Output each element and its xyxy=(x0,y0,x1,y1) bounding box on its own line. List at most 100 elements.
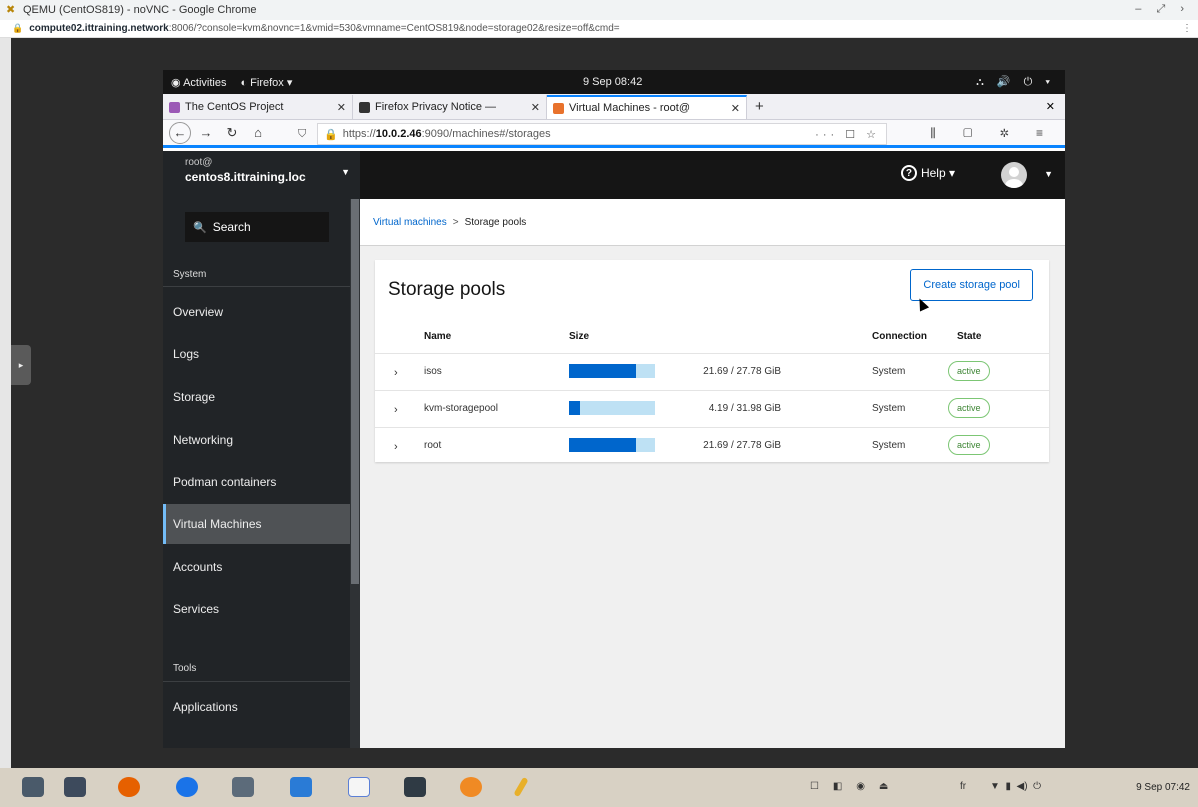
forward-button[interactable]: → xyxy=(195,122,217,144)
url-bar[interactable]: ⛉ 🔒 https://10.0.2.46:9090/machines#/sto… xyxy=(298,123,887,145)
toolbar-tools[interactable]: ⫼ ▢ ✲ ≡ xyxy=(930,126,1055,141)
cockpit-sidebar: 🔍 Search System Overview Logs Storage Ne… xyxy=(163,199,360,748)
avatar[interactable] xyxy=(1001,162,1027,188)
breadcrumb-separator: > xyxy=(452,216,459,228)
sidebar-item-services[interactable]: Services xyxy=(163,589,350,629)
cockpit-app: root@ centos8.ittraining.loc ▼ ? Help ▾ … xyxy=(163,151,1065,748)
sidebar-item-applications[interactable]: Applications xyxy=(163,687,350,727)
caret-down-icon[interactable]: ▼ xyxy=(1044,169,1053,179)
close-window-icon[interactable]: ✕ xyxy=(1046,100,1055,113)
app-icon[interactable] xyxy=(460,777,482,797)
gnome-clock[interactable]: 9 Sep 08:42 xyxy=(583,76,642,88)
expand-chevron-icon[interactable]: › xyxy=(394,404,398,416)
pool-name: root xyxy=(424,440,442,451)
keyboard-layout[interactable]: fr xyxy=(960,781,966,792)
host-url-rest: :8006/?console=kvm&novnc=1&vmid=530&vmna… xyxy=(168,23,620,34)
help-icon: ? xyxy=(900,165,917,181)
search-icon: 🔍 xyxy=(193,221,207,234)
sidebar-item-accounts[interactable]: Accounts xyxy=(163,547,350,587)
chrome-icon[interactable] xyxy=(176,777,198,797)
tray-icons[interactable]: ☐ ◧ ◉ ⏏ xyxy=(810,781,888,792)
screenshot-icon[interactable] xyxy=(290,777,312,797)
firefox-tab-strip: The CentOS Project ✕ Firefox Privacy Not… xyxy=(163,94,1065,120)
host-switcher[interactable]: root@ centos8.ittraining.loc ▼ xyxy=(163,151,360,199)
mozilla-favicon-icon xyxy=(359,101,370,113)
host-window-titlebar: ✖ QEMU (CentOS819) - noVNC - Google Chro… xyxy=(0,0,1198,20)
usage-bar-fill xyxy=(569,364,637,378)
novnc-control-handle[interactable]: ▸ xyxy=(11,345,31,385)
more-icon[interactable]: ⋮ xyxy=(1182,23,1192,34)
sidebar-item-virtual-machines[interactable]: Virtual Machines xyxy=(163,504,350,544)
column-header-state: State xyxy=(957,331,982,342)
window-controls[interactable]: – ⤢ › xyxy=(1135,3,1190,16)
close-icon[interactable]: ✕ xyxy=(721,102,740,115)
chat-icon[interactable] xyxy=(348,777,370,797)
caret-down-icon: ▼ xyxy=(341,167,350,177)
page-title: Storage pools xyxy=(388,279,506,300)
menu-icon[interactable] xyxy=(22,777,44,797)
column-header-connection: Connection xyxy=(872,331,927,342)
tab-centos[interactable]: The CentOS Project ✕ xyxy=(163,95,353,119)
create-storage-pool-button[interactable]: Create storage pool xyxy=(910,269,1033,301)
expand-chevron-icon[interactable]: › xyxy=(394,367,398,379)
show-desktop-icon[interactable] xyxy=(64,777,86,797)
host-user: root@ xyxy=(185,157,213,168)
home-button[interactable]: ⌂ xyxy=(247,122,269,144)
reload-button[interactable]: ↻ xyxy=(221,122,243,144)
page-actions[interactable]: ··· ☐ ☆ xyxy=(815,128,880,141)
taskbar-clock[interactable]: 9 Sep 07:42 xyxy=(1136,782,1190,793)
host-address-bar[interactable]: 🔒 compute02.ittraining.network :8006/?co… xyxy=(0,20,1198,38)
sidebar-item-networking[interactable]: Networking xyxy=(163,420,350,460)
usage-bar xyxy=(569,401,655,415)
divider xyxy=(163,681,350,682)
sidebar-item-logs[interactable]: Logs xyxy=(163,334,350,374)
pool-name: kvm-storagepool xyxy=(424,403,498,414)
terminal-icon[interactable] xyxy=(404,777,426,797)
app-menu[interactable]: ◐ Firefox ▾ xyxy=(240,76,292,89)
divider xyxy=(163,286,350,287)
pool-size: 4.19 / 31.98 GiB xyxy=(708,403,781,414)
status-tray[interactable]: ▼ ▮ ◀) ⏻ xyxy=(990,781,1041,792)
column-header-name: Name xyxy=(424,331,452,342)
shield-icon[interactable]: ⛉ xyxy=(298,128,306,141)
sidebar-item-overview[interactable]: Overview xyxy=(163,292,350,332)
help-menu[interactable]: ? Help ▾ xyxy=(900,165,955,181)
warning-lock-icon[interactable]: 🔒 xyxy=(324,128,338,141)
firefox-icon[interactable] xyxy=(118,777,140,797)
usage-bar-fill xyxy=(569,438,637,452)
back-button[interactable]: ← xyxy=(169,121,191,144)
nav-heading-system: System xyxy=(173,269,207,280)
system-tray[interactable]: ⛬ 🔊 ⏻ ▾ xyxy=(976,75,1055,89)
breadcrumb-virtual-machines[interactable]: Virtual machines xyxy=(373,217,447,228)
expand-chevron-icon[interactable]: › xyxy=(394,441,398,453)
sidebar-item-storage[interactable]: Storage xyxy=(163,377,350,417)
storage-pools-card: Storage pools Create storage pool Name S… xyxy=(375,260,1049,462)
search-input[interactable]: 🔍 Search xyxy=(185,212,329,242)
nav-heading-tools: Tools xyxy=(173,663,197,674)
sidebar-scrollbar[interactable] xyxy=(350,199,360,748)
close-icon[interactable]: ✕ xyxy=(521,101,540,114)
table-row[interactable]: › isos 21.69 / 27.78 GiB System active xyxy=(375,353,1049,390)
table-row[interactable]: › kvm-storagepool 4.19 / 31.98 GiB Syste… xyxy=(375,390,1049,427)
new-tab-button[interactable]: + xyxy=(747,98,772,115)
pencil-icon[interactable] xyxy=(513,776,529,798)
scrollbar-thumb[interactable] xyxy=(351,199,359,584)
tab-privacy-notice[interactable]: Firefox Privacy Notice — ✕ xyxy=(353,95,547,119)
vnc-side-strip xyxy=(0,38,11,768)
sidebar-item-podman[interactable]: Podman containers xyxy=(163,462,350,502)
pool-size: 21.69 / 27.78 GiB xyxy=(703,440,781,451)
pool-connection: System xyxy=(872,403,906,414)
pool-name: isos xyxy=(424,366,442,377)
close-icon[interactable]: ✕ xyxy=(327,101,346,114)
gnome-top-bar: ◉ Activities ◐ Firefox ▾ 9 Sep 08:42 ⛬ 🔊… xyxy=(163,70,1065,94)
status-badge: active xyxy=(948,435,990,455)
status-badge: active xyxy=(948,398,990,418)
files-icon[interactable] xyxy=(232,777,254,797)
lock-icon: 🔒 xyxy=(12,23,24,33)
guest-screen: ◉ Activities ◐ Firefox ▾ 9 Sep 08:42 ⛬ 🔊… xyxy=(163,70,1065,748)
tab-virtual-machines[interactable]: Virtual Machines - root@ ✕ xyxy=(547,95,747,119)
host-name: centos8.ittraining.loc xyxy=(185,170,306,184)
pool-connection: System xyxy=(872,440,906,451)
activities-button[interactable]: ◉ Activities xyxy=(171,76,226,89)
table-row[interactable]: › root 21.69 / 27.78 GiB System active xyxy=(375,427,1049,464)
